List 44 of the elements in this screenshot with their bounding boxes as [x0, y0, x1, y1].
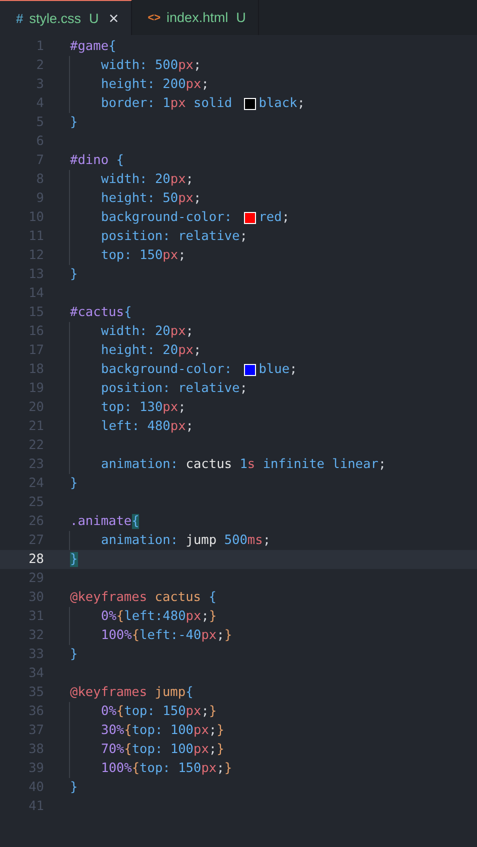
code-text: } — [70, 476, 78, 491]
file-tab[interactable]: <> index.html U — [132, 0, 259, 35]
code-text: #game{ — [70, 39, 116, 54]
code-text: red; — [258, 210, 290, 225]
code-text: height: 50px; — [101, 191, 202, 206]
close-icon[interactable]: × — [108, 10, 119, 26]
code-text: width: 20px; — [101, 324, 194, 339]
code-text: height: 20px; — [101, 343, 202, 358]
code-text: position: relative; — [101, 229, 248, 244]
color-swatch-icon[interactable] — [244, 98, 256, 110]
code-text: } — [70, 647, 78, 662]
color-swatch-icon[interactable] — [244, 212, 256, 224]
code-text: black; — [258, 96, 305, 111]
code-text: animation: cactus 1s infinite linear; — [101, 457, 386, 472]
code-text: top: 150px; — [101, 248, 186, 263]
code-text: 0%{top: 150px;} — [101, 704, 217, 719]
code-text: } — [70, 115, 78, 130]
code-text: @keyframes jump{ — [70, 685, 194, 700]
code-text: @keyframes cactus { — [70, 590, 216, 605]
code-text: width: 500px; — [101, 58, 202, 73]
code-text: 0%{left:480px;} — [101, 609, 217, 624]
code-text: background-color: — [101, 210, 233, 225]
code-text: height: 200px; — [101, 77, 209, 92]
code-text: 30%{top: 100px;} — [101, 723, 224, 738]
code-text: background-color: — [101, 362, 233, 377]
code-text: top: 130px; — [101, 400, 186, 415]
color-swatch-icon[interactable] — [244, 364, 256, 376]
code-text: left: 480px; — [101, 419, 194, 434]
code-text: } — [70, 780, 78, 795]
line-number: 28 — [28, 552, 44, 567]
file-tab[interactable]: # style.css U × — [0, 0, 132, 35]
code-text: 70%{top: 100px;} — [101, 742, 224, 757]
code-text: position: relative; — [101, 381, 248, 396]
code-text: animation: jump 500ms; — [101, 533, 271, 548]
code-text: 100%{top: 150px;} — [101, 761, 232, 776]
code-text: width: 20px; — [101, 172, 194, 187]
code-text: border: 1px solid — [101, 96, 234, 111]
code-text: } — [70, 552, 78, 567]
code-text: .animate{ — [70, 514, 140, 529]
code-text: blue; — [258, 362, 298, 377]
code-text: #dino { — [70, 153, 124, 168]
code-text: #cactus{ — [70, 305, 132, 320]
code-text: } — [70, 267, 78, 282]
code-text: 100%{left:-40px;} — [101, 628, 232, 643]
